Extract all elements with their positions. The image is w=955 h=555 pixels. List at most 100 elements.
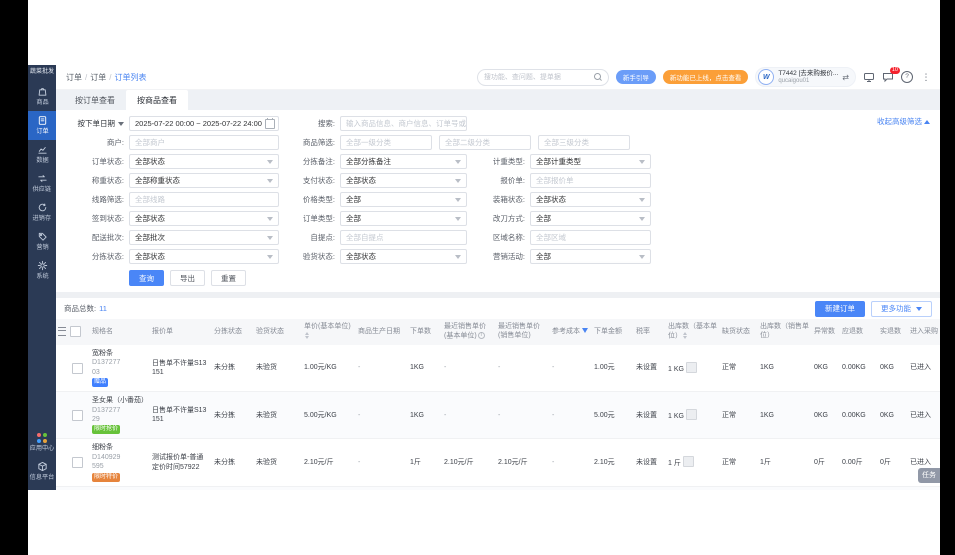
edit-quantity-icon[interactable] — [682, 456, 694, 468]
goods-category-input[interactable]: 全部二级分类 — [439, 135, 531, 150]
product-name[interactable]: 圣女果（小番茄） — [92, 396, 148, 405]
col-header-out_base[interactable]: 出库数（基本单位） — [666, 319, 720, 345]
cell-tax: 未设置 — [634, 391, 666, 440]
screen: 蔬菜批发 商品 订单 数据 供应链 进销存 营销 系统 应用中心 信息平台 订单 / 订单 / 订单列… — [0, 0, 955, 555]
sidebar-item-进销存[interactable]: 进销存 — [28, 198, 56, 227]
query-button[interactable]: 查询 — [129, 270, 164, 286]
chevron-down-icon — [455, 197, 461, 202]
sidebar-item-label: 信息平台 — [29, 474, 55, 481]
merchant-filter-input[interactable]: 全部商户 — [129, 135, 279, 150]
sorting-status-select[interactable]: 全部状态 — [129, 249, 279, 264]
pay-status-select[interactable]: 全部状态 — [340, 173, 467, 188]
row-checkbox[interactable] — [72, 362, 83, 374]
promo-button[interactable]: 新功能已上线，点击查看 — [662, 70, 749, 84]
supply-arrows-icon — [37, 173, 48, 184]
cell-out_base: 1 KG — [666, 344, 720, 393]
floating-task-tag[interactable]: 任务 — [918, 468, 940, 483]
cell-actual_return: 0斤 — [878, 438, 908, 487]
product-name[interactable]: 宽粉条 — [92, 349, 148, 358]
info-icon[interactable]: i — [477, 331, 485, 339]
delivery-batch-label: 配送批次: — [91, 233, 124, 242]
goods-category-input[interactable]: 全部一级分类 — [340, 135, 432, 150]
message-icon[interactable]: 10 — [882, 67, 900, 83]
cell-quote: 日售单不许量S13151 — [150, 344, 212, 393]
global-search-input[interactable]: 搜功能、查问题、提单据 — [476, 68, 609, 86]
weigh-type-select[interactable]: 全部计重类型 — [530, 154, 651, 169]
select-all-checkbox[interactable] — [70, 326, 81, 338]
sidebar-item-订单[interactable]: 订单 — [28, 111, 56, 140]
sidebar-item-供应链[interactable]: 供应链 — [28, 169, 56, 198]
more-icon[interactable]: ⋮ — [920, 71, 932, 83]
delivery-batch-select[interactable]: 全部批次 — [129, 230, 279, 245]
sidebar-item-系统[interactable]: 系统 — [28, 256, 56, 285]
product-code: D137277 — [92, 359, 121, 367]
col-header-ref_cost[interactable]: 参考成本 — [550, 319, 592, 345]
date-filter-label[interactable]: 按下单日期 — [58, 118, 129, 129]
reset-button[interactable]: 重置 — [211, 270, 246, 286]
route-filter-input[interactable]: 全部线路 — [129, 192, 279, 207]
breadcrumb-item[interactable]: 订单 — [90, 72, 106, 83]
col-header-unit_price[interactable]: 单价(基本单位) — [302, 319, 356, 345]
search-filter-input[interactable]: 输入商品信息、商户信息、订单号或ID商品、商户 — [340, 116, 467, 131]
tab-by-product[interactable]: 按商品查看 — [126, 90, 188, 110]
sort-icon[interactable] — [305, 331, 309, 339]
chevron-down-icon — [639, 254, 645, 259]
export-button[interactable]: 导出 — [170, 270, 205, 286]
sidebar-item-数据[interactable]: 数据 — [28, 140, 56, 169]
inspect-status-select[interactable]: 全部状态 — [340, 249, 467, 264]
product-name[interactable]: 细粉条 — [92, 443, 148, 452]
order-status-select[interactable]: 全部状态 — [129, 154, 279, 169]
chevron-down-icon — [267, 216, 273, 221]
date-range-input[interactable]: 2025-07-22 00:00 ~ 2025-07-22 24:00 — [129, 116, 279, 131]
sidebar-item-应用中心[interactable]: 应用中心 — [28, 429, 56, 457]
region-input[interactable]: 全部区域 — [530, 230, 651, 245]
weigh-status-select[interactable]: 全部称重状态 — [129, 173, 279, 188]
sidebar-item-信息平台[interactable]: 信息平台 — [28, 457, 56, 486]
cell-quote: 测试报价单-普通定价时间57922 — [150, 486, 212, 490]
filter-buttons: 查询 导出 重置 — [129, 270, 932, 286]
quote-filter-input[interactable]: 全部报价单 — [530, 173, 651, 188]
weigh-status-label: 称重状态: — [91, 176, 124, 185]
cell-ref_cost: - — [550, 438, 592, 487]
sign-status-select[interactable]: 全部状态 — [129, 211, 279, 226]
cell-abnormal: 0KG — [812, 391, 840, 440]
sort-note-select[interactable]: 全部分拣备注 — [340, 154, 467, 169]
box-status-select[interactable]: 全部状态 — [530, 192, 651, 207]
collapse-advanced-filter-link[interactable]: 收起高级筛选 — [877, 116, 932, 127]
filter-funnel-icon[interactable] — [582, 328, 588, 334]
tab-by-order[interactable]: 按订单查看 — [64, 90, 126, 110]
inventory-cycle-icon — [37, 202, 48, 213]
order-type-select[interactable]: 全部 — [340, 211, 467, 226]
sidebar-item-商品[interactable]: 商品 — [28, 82, 56, 111]
customer-service-icon[interactable] — [863, 71, 875, 83]
price-type-select[interactable]: 全部 — [340, 192, 467, 207]
col-header-order_qty: 下单数 — [408, 319, 442, 345]
marketing-select[interactable]: 全部 全部限时特价商品限时抢价商品赠品秒杀活动商品 — [530, 249, 651, 264]
cell-quote: 测试报价单-普通定价时间57922 — [150, 438, 212, 487]
create-order-button[interactable]: 新建订单 — [815, 300, 865, 317]
pickup-point-input[interactable]: 全部自提点 — [340, 230, 467, 245]
col-header-should_return: 应退数 — [840, 319, 878, 345]
help-icon[interactable]: ? — [901, 71, 913, 83]
sidebar-item-营销[interactable]: 营销 — [28, 227, 56, 256]
goods-category-input[interactable]: 全部三级分类 — [538, 135, 630, 150]
user-menu[interactable]: W T7442 [去来购报价... qucaigou01 ⇄ — [755, 67, 856, 87]
guide-button[interactable]: 新手引导 — [615, 70, 656, 84]
switch-account-icon[interactable]: ⇄ — [842, 73, 849, 82]
breadcrumb-item[interactable]: 订单 — [66, 72, 82, 83]
edit-quantity-icon[interactable] — [685, 409, 697, 421]
row-checkbox[interactable] — [72, 457, 83, 469]
sort-icon[interactable] — [683, 331, 687, 339]
cell-out_base: 1 斤 — [666, 438, 720, 487]
breadcrumb-item[interactable]: 订单列表 — [114, 72, 146, 83]
cut-method-select[interactable]: 全部 — [530, 211, 651, 226]
cell-recent_sale: - — [496, 391, 550, 440]
sorting-status-label: 分拣状态: — [91, 252, 124, 261]
row-checkbox[interactable] — [72, 409, 83, 421]
column-settings-icon[interactable] — [58, 327, 66, 337]
product-code: 03 — [92, 368, 100, 376]
more-actions-button[interactable]: 更多功能 — [871, 300, 932, 317]
edit-quantity-icon[interactable] — [685, 361, 697, 373]
region-label: 区域名称: — [492, 233, 525, 242]
cell-tax: 未设置 — [634, 344, 666, 393]
